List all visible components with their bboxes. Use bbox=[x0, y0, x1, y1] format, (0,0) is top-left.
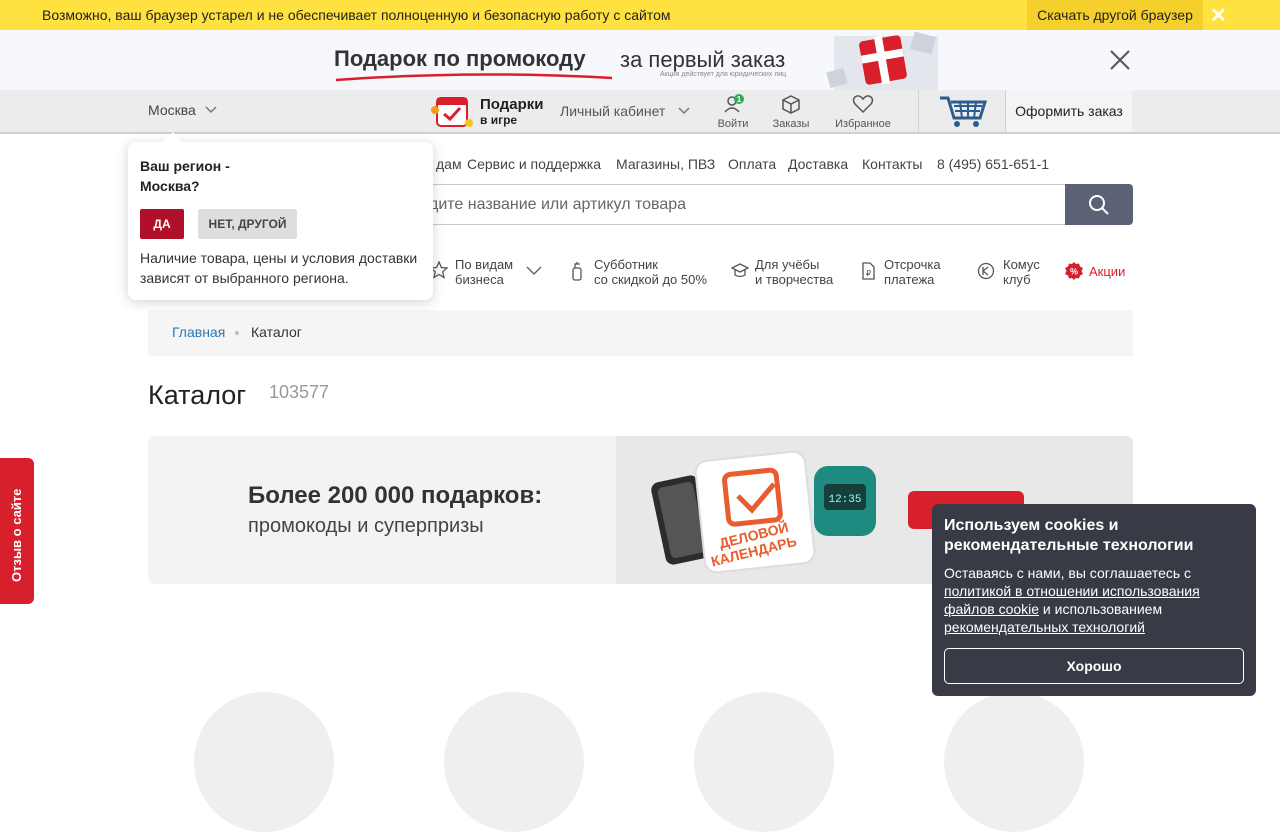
category-club-label-2: клуб bbox=[1003, 272, 1031, 287]
svg-text:12:35: 12:35 bbox=[828, 494, 861, 506]
outdated-browser-message: Возможно, ваш браузер устарел и не обесп… bbox=[42, 7, 671, 23]
download-browser-button[interactable]: Скачать другой браузер bbox=[1027, 0, 1203, 30]
nav-item-contacts[interactable]: Контакты bbox=[862, 156, 922, 172]
category-tile[interactable] bbox=[194, 692, 334, 832]
payment-doc-icon: ₽ bbox=[862, 262, 875, 280]
cookies-title: Используем cookies и рекомендательные те… bbox=[944, 517, 1194, 554]
cookies-popup: Используем cookies и рекомендательные те… bbox=[932, 504, 1256, 696]
category-study-label-2: и творчества bbox=[755, 272, 834, 287]
favorites-button[interactable]: Избранное bbox=[834, 94, 892, 130]
search-input[interactable] bbox=[419, 185, 1066, 224]
nav-item[interactable]: дам bbox=[436, 156, 462, 172]
popup-pointer bbox=[163, 132, 183, 152]
region-question-line2: Москва? bbox=[140, 178, 200, 194]
breadcrumb-home[interactable]: Главная bbox=[172, 324, 225, 340]
svg-text:%: % bbox=[1070, 267, 1078, 277]
city-selector[interactable]: Москва bbox=[148, 102, 196, 118]
product-count: 103577 bbox=[269, 382, 330, 402]
search-button[interactable] bbox=[1065, 184, 1133, 225]
promo-underline-swoosh bbox=[335, 73, 613, 82]
close-promo-icon[interactable] bbox=[1108, 48, 1132, 72]
region-question: Ваш регион - Москва? bbox=[140, 156, 230, 196]
nav-item-delivery[interactable]: Доставка bbox=[788, 156, 848, 172]
region-yes-button[interactable]: ДА bbox=[140, 209, 184, 239]
category-business-label-1: По видам bbox=[455, 257, 514, 272]
promo-headline: Подарок по промокоду bbox=[334, 46, 586, 71]
search-icon bbox=[1089, 195, 1109, 215]
category-tile[interactable] bbox=[694, 692, 834, 832]
region-note: Наличие товара, цены и условия доставки … bbox=[140, 250, 418, 286]
nav-item-service[interactable]: Сервис и поддержка bbox=[467, 156, 601, 172]
cart-icon[interactable] bbox=[938, 92, 988, 130]
chevron-down-icon[interactable] bbox=[526, 266, 542, 276]
feedback-label: Отзыв о сайте bbox=[9, 488, 24, 582]
category-deferral-label-2: платежа bbox=[884, 272, 935, 287]
category-deferral-label-1: Отсрочка bbox=[884, 257, 941, 272]
nav-item-phone[interactable]: 8 (495) 651-651-1 bbox=[937, 156, 1049, 172]
breadcrumb-current: Каталог bbox=[251, 324, 302, 340]
promo-sub: за первый заказ bbox=[620, 47, 786, 72]
category-club-label-1: Комус bbox=[1003, 257, 1040, 272]
spray-bottle-icon bbox=[572, 262, 582, 281]
recommendation-tech-link[interactable]: рекомендательных технологий bbox=[944, 619, 1145, 635]
gift-box-icon bbox=[826, 31, 938, 90]
box-icon bbox=[782, 95, 800, 114]
close-outdated-bar-icon[interactable]: ✕ bbox=[1210, 3, 1227, 28]
gifts-title[interactable]: Подарки bbox=[480, 96, 544, 113]
nav-item-payment[interactable]: Оплата bbox=[728, 156, 776, 172]
banner-subline: промокоды и суперпризы bbox=[248, 515, 484, 537]
orders-button[interactable]: Заказы bbox=[771, 94, 811, 130]
category-promo-label: Акции bbox=[1089, 264, 1126, 279]
promo-banner[interactable]: Подарок по промокоду за первый заказ Акц… bbox=[0, 30, 1280, 90]
login-badge: 1 bbox=[737, 95, 742, 104]
category-tile[interactable] bbox=[944, 692, 1084, 832]
club-icon bbox=[977, 262, 995, 280]
checkout-button[interactable]: Оформить заказ bbox=[1006, 90, 1132, 132]
cookies-accept-button[interactable]: Хорошо bbox=[944, 648, 1244, 684]
category-study-label-1: Для учёбы bbox=[755, 257, 820, 272]
heart-icon bbox=[852, 95, 874, 114]
nav-item-stores[interactable]: Магазины, ПВЗ bbox=[616, 156, 715, 172]
feedback-tab[interactable]: Отзыв о сайте bbox=[0, 458, 34, 604]
top-header: Москва Подарки в игре Личный кабинет 1 В… bbox=[0, 90, 1280, 134]
personal-account-link[interactable]: Личный кабинет bbox=[560, 103, 665, 119]
category-tile[interactable] bbox=[444, 692, 584, 832]
category-business-label-2: бизнеса bbox=[455, 272, 504, 287]
chevron-down-icon[interactable] bbox=[678, 107, 690, 115]
breadcrumb-separator bbox=[235, 331, 239, 335]
category-subbotnik-label-2: со скидкой до 50% bbox=[594, 272, 707, 287]
gifts-subtitle[interactable]: в игре bbox=[480, 113, 517, 127]
search-box[interactable] bbox=[418, 184, 1066, 225]
category-subbotnik-label-1: Субботник bbox=[594, 257, 658, 272]
cookies-text-2: и использованием bbox=[1039, 601, 1163, 617]
divider bbox=[918, 90, 919, 132]
promo-note: Акция действует для юридических лиц bbox=[660, 71, 787, 78]
chevron-down-icon[interactable] bbox=[205, 106, 217, 114]
login-label: Войти bbox=[717, 118, 749, 130]
outdated-browser-bar: Возможно, ваш браузер устарел и не обесп… bbox=[0, 0, 1280, 30]
calendar-gift-icon[interactable] bbox=[431, 94, 475, 128]
graduation-cap-icon bbox=[731, 263, 749, 278]
svg-text:₽: ₽ bbox=[866, 269, 871, 278]
orders-label: Заказы bbox=[772, 118, 810, 130]
discount-icon: % bbox=[1065, 262, 1083, 280]
region-question-line1: Ваш регион - bbox=[140, 158, 230, 174]
breadcrumb: Главная Каталог bbox=[148, 310, 1133, 356]
cookies-text: Оставаясь с нами, вы соглашаетесь с поли… bbox=[944, 564, 1244, 636]
user-icon: 1 bbox=[724, 94, 744, 113]
cookies-text-1: Оставаясь с нами, вы соглашаетесь с bbox=[944, 565, 1192, 581]
favorites-label: Избранное bbox=[835, 118, 891, 130]
region-no-button[interactable]: НЕТ, ДРУГОЙ bbox=[198, 209, 297, 239]
region-popup: Ваш регион - Москва? ДА НЕТ, ДРУГОЙ Нали… bbox=[128, 132, 433, 300]
page-title: Каталог bbox=[148, 380, 247, 410]
banner-headline: Более 200 000 подарков: bbox=[248, 482, 543, 509]
login-button[interactable]: 1 Войти bbox=[716, 94, 750, 130]
